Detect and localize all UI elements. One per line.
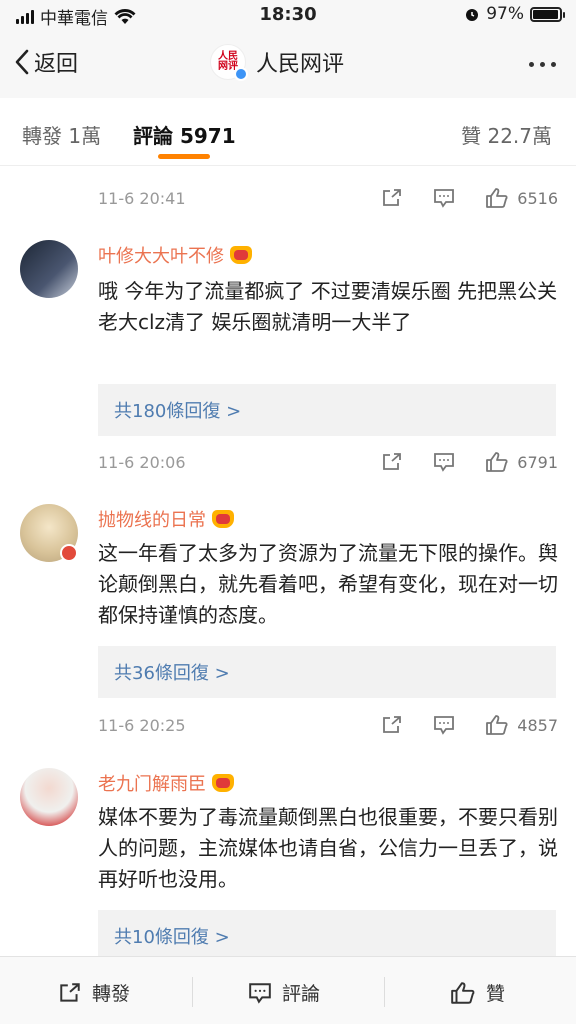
repost-label: 轉發 xyxy=(92,983,131,1005)
tab-comments[interactable]: 評論 5971 xyxy=(133,120,236,149)
comment-time: 11-6 20:41 xyxy=(98,188,186,208)
status-bar: 中華電信 18:30 97% xyxy=(0,0,576,32)
more-dot-icon xyxy=(540,62,545,67)
comment-time: 11-6 20:25 xyxy=(98,715,186,735)
share-icon xyxy=(60,982,80,1002)
battery-percent: 97% xyxy=(486,4,524,24)
comment-actions: 4857 xyxy=(381,714,558,736)
vip-crown-icon xyxy=(212,774,234,792)
page-title: 人民网评 xyxy=(256,52,345,77)
reply-icon[interactable] xyxy=(433,188,455,208)
thumbs-up-icon xyxy=(486,188,508,208)
like-button[interactable]: 6516 xyxy=(485,187,558,209)
like-count: 6791 xyxy=(517,452,558,472)
avatar[interactable] xyxy=(20,240,78,298)
comment-username[interactable]: 抛物线的日常 xyxy=(98,506,234,532)
like-button[interactable]: 4857 xyxy=(485,714,558,736)
comment-meta-row: 11-6 20:06 6791 xyxy=(98,447,558,477)
thumbs-up-icon xyxy=(486,452,508,472)
repost-button[interactable]: 轉發 xyxy=(58,979,130,1006)
avatar[interactable] xyxy=(20,768,78,826)
like-button[interactable]: 贊 xyxy=(450,979,505,1006)
comment-feed[interactable]: 11-6 20:41 6516 叶修大大叶不修 哦 今年为了流量都疯了 不过要清… xyxy=(0,166,576,956)
comment-text: 哦 今年为了流量都疯了 不过要清娱乐圈 先把黑公关老大clz清了 娱乐圈就清明一… xyxy=(98,279,558,334)
back-label: 返回 xyxy=(34,52,79,77)
view-replies-button[interactable]: 共36條回復 > xyxy=(98,646,556,698)
share-icon[interactable] xyxy=(381,188,403,208)
verified-badge-icon xyxy=(234,67,248,81)
view-replies-button[interactable]: 共180條回復 > xyxy=(98,384,556,436)
chevron-left-icon xyxy=(15,49,29,75)
comment-text: 这一年看了太多为了资源为了流量无下限的操作。舆论颠倒黑白，就先看着吧，希望有变化… xyxy=(98,541,558,627)
battery-icon xyxy=(530,6,565,22)
tab-repost[interactable]: 轉發 1萬 xyxy=(22,120,101,149)
bottom-action-bar: 轉發 評論 贊 xyxy=(0,956,576,1024)
comment-time: 11-6 20:06 xyxy=(98,452,186,472)
username-text: 叶修大大叶不修 xyxy=(98,246,224,267)
more-dot-icon xyxy=(551,62,556,67)
like-button[interactable]: 6791 xyxy=(485,451,558,473)
reply-icon[interactable] xyxy=(433,715,455,735)
vip-crown-icon xyxy=(230,246,252,264)
like-label: 贊 xyxy=(486,983,506,1005)
member-badge-icon xyxy=(60,544,78,562)
divider xyxy=(384,977,385,1007)
like-count: 4857 xyxy=(517,715,558,735)
nav-title-group[interactable]: 人民网评 人民网评 xyxy=(210,44,345,81)
status-right: 97% xyxy=(464,4,565,24)
comment-text: 媒体不要为了毒流量颠倒黑白也很重要，不要只看别人的问题，主流媒体也请自省，公信力… xyxy=(98,805,558,891)
comment-actions: 6791 xyxy=(381,451,558,473)
more-dot-icon xyxy=(529,62,534,67)
like-count: 6516 xyxy=(517,188,558,208)
username-text: 抛物线的日常 xyxy=(98,510,206,531)
nav-bar: 返回 人民网评 人民网评 xyxy=(0,32,576,98)
comment-icon xyxy=(249,982,271,1004)
divider xyxy=(192,977,193,1007)
more-button[interactable] xyxy=(529,62,556,67)
account-logo: 人民网评 xyxy=(210,44,248,81)
comment-meta-row: 11-6 20:41 6516 xyxy=(98,183,558,213)
thumbs-up-icon xyxy=(486,715,508,735)
tab-likes[interactable]: 贊 22.7萬 xyxy=(461,120,552,149)
comment-meta-row: 11-6 20:25 4857 xyxy=(98,710,558,740)
comment-username[interactable]: 老九门解雨臣 xyxy=(98,770,234,796)
back-button[interactable]: 返回 xyxy=(14,46,78,78)
thumbs-up-icon xyxy=(451,981,475,1004)
vip-crown-icon xyxy=(212,510,234,528)
share-icon[interactable] xyxy=(381,452,403,472)
reply-icon[interactable] xyxy=(433,452,455,472)
active-tab-indicator xyxy=(158,154,210,159)
alarm-icon xyxy=(466,9,479,21)
comment-username[interactable]: 叶修大大叶不修 xyxy=(98,242,252,268)
tab-bar: 轉發 1萬 評論 5971 贊 22.7萬 xyxy=(0,98,576,166)
username-text: 老九门解雨臣 xyxy=(98,774,206,795)
comment-actions: 6516 xyxy=(381,187,558,209)
share-icon[interactable] xyxy=(381,715,403,735)
comment-button[interactable]: 評論 xyxy=(248,979,320,1006)
view-replies-button[interactable]: 共10條回復 > xyxy=(98,910,556,956)
comment-label: 評論 xyxy=(282,983,321,1005)
